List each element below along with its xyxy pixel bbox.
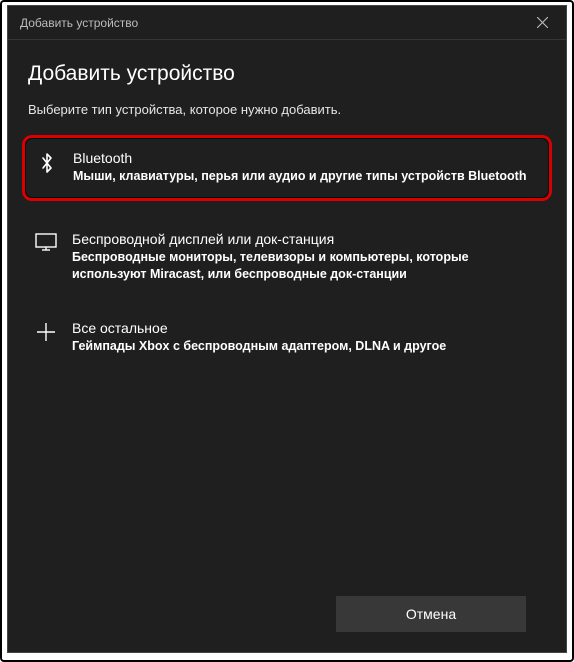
page-subtext: Выберите тип устройства, которое нужно д… xyxy=(28,102,546,117)
bluetooth-icon xyxy=(35,150,59,178)
option-bluetooth-title: Bluetooth xyxy=(73,150,539,166)
option-other-desc: Геймпады Xbox с беспроводным адаптером, … xyxy=(72,338,540,356)
close-icon xyxy=(537,17,548,28)
option-wireless-desc: Беспроводные мониторы, телевизоры и комп… xyxy=(72,249,540,284)
option-bluetooth-desc: Мыши, клавиатуры, перья или аудио и друг… xyxy=(73,168,539,186)
add-device-dialog: Добавить устройство Добавить устройство … xyxy=(7,5,567,653)
close-button[interactable] xyxy=(528,9,556,37)
monitor-icon xyxy=(34,231,58,259)
option-wireless-title: Беспроводной дисплей или док-станция xyxy=(72,231,540,247)
option-wireless-display[interactable]: Беспроводной дисплей или док-станция Бес… xyxy=(28,225,546,290)
device-type-option-list: Bluetooth Мыши, клавиатуры, перья или ау… xyxy=(28,143,546,361)
page-title: Добавить устройство xyxy=(28,62,546,86)
option-other-title: Все остальное xyxy=(72,320,540,336)
option-everything-else[interactable]: Все остальное Геймпады Xbox с беспроводн… xyxy=(28,314,546,362)
cancel-button[interactable]: Отмена xyxy=(336,596,526,632)
titlebar: Добавить устройство xyxy=(8,6,566,40)
plus-icon xyxy=(34,320,58,348)
titlebar-title: Добавить устройство xyxy=(20,16,138,30)
option-bluetooth[interactable]: Bluetooth Мыши, клавиатуры, перья или ау… xyxy=(22,135,552,201)
